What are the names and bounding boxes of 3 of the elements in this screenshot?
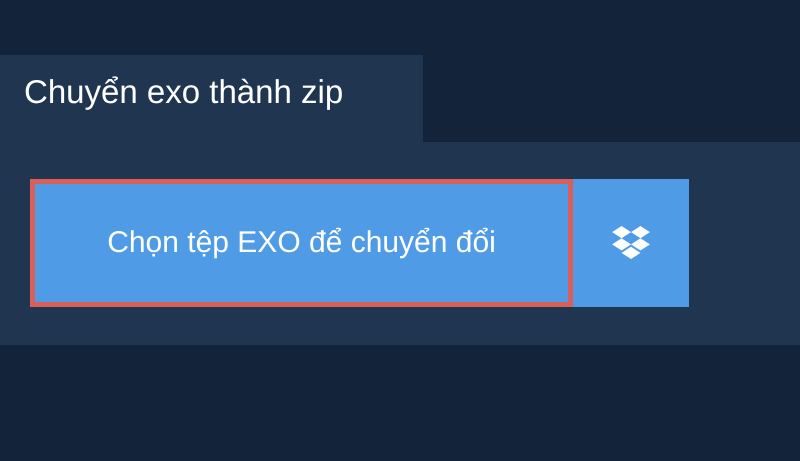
converter-tab[interactable]: Chuyển exo thành zip: [0, 55, 423, 142]
dropbox-icon: [612, 226, 650, 260]
dropbox-button[interactable]: [573, 179, 689, 307]
